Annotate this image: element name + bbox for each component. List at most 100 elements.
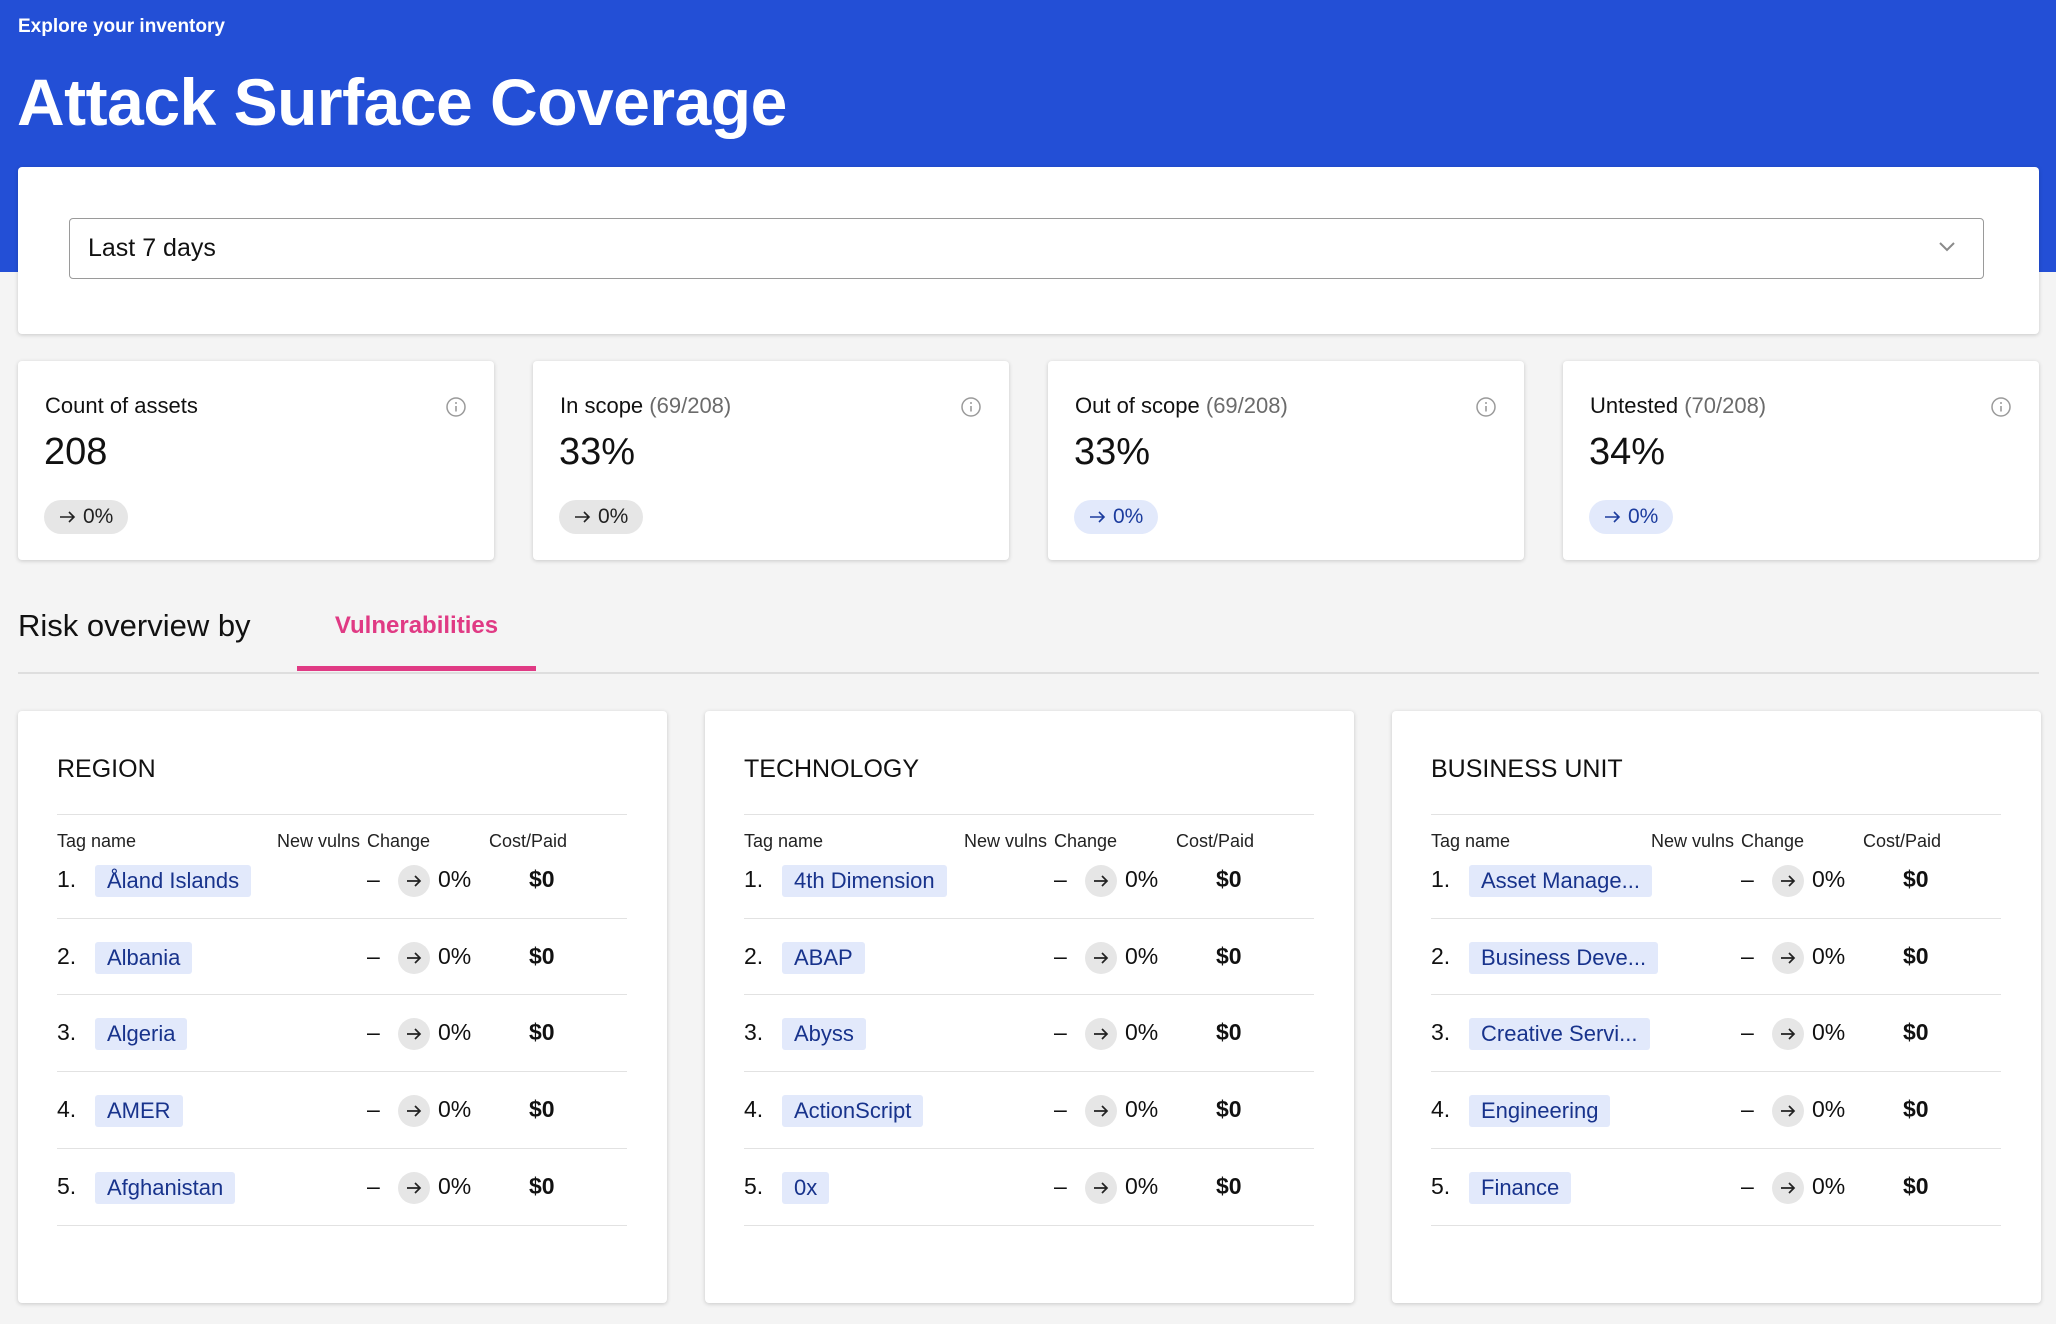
arrow-right-icon	[1090, 511, 1106, 523]
table-row[interactable]: 5. 0x – 0% $0	[705, 1148, 1354, 1224]
arrow-right-icon	[1772, 1171, 1804, 1204]
date-range-value: Last 7 days	[88, 234, 216, 262]
table-row[interactable]: 3. Algeria – 0% $0	[18, 994, 667, 1070]
table-row[interactable]: 5. Afghanistan – 0% $0	[18, 1148, 667, 1224]
arrow-right-icon	[1772, 941, 1804, 974]
risk-panel-region: REGION Tag name New vulns Change Cost/Paid 1.…	[18, 711, 667, 1303]
row-rank: 2.	[1431, 942, 1451, 969]
divider	[744, 814, 1314, 815]
table-row[interactable]: 4. Engineering – 0% $0	[1392, 1071, 2041, 1147]
row-rank: 5.	[1431, 1172, 1451, 1199]
table-row[interactable]: 2. Business Deve... – 0% $0	[1392, 918, 2041, 994]
cost-paid-value: $0	[529, 1019, 555, 1046]
new-vulns-value: –	[1741, 1019, 1754, 1046]
table-row[interactable]: 1. 4th Dimension – 0% $0	[705, 841, 1354, 917]
change-value: 0%	[438, 1172, 472, 1199]
row-rank: 4.	[57, 1096, 77, 1123]
info-icon[interactable]	[1990, 396, 2012, 418]
change-value: 0%	[1812, 1172, 1846, 1199]
table-row[interactable]: 5. Finance – 0% $0	[1392, 1148, 2041, 1224]
risk-panel-business-unit: BUSINESS UNIT Tag name New vulns Change Cost…	[1392, 711, 2041, 1303]
tag-chip[interactable]: ActionScript	[782, 1095, 924, 1128]
new-vulns-value: –	[1741, 1096, 1754, 1123]
stat-label: Untested (70/208)	[1590, 393, 1767, 418]
arrow-right-icon	[1772, 865, 1804, 897]
cost-paid-value: $0	[1903, 1019, 1929, 1046]
new-vulns-value: –	[1054, 1019, 1067, 1046]
change-value: 0%	[1125, 1096, 1159, 1123]
stat-delta-badge: 0%	[1074, 500, 1159, 534]
change-value: 0%	[1812, 1019, 1846, 1046]
new-vulns-value: –	[1054, 942, 1067, 969]
table-row[interactable]: 3. Abyss – 0% $0	[705, 994, 1354, 1070]
arrow-right-icon	[1085, 865, 1117, 897]
cost-paid-value: $0	[1216, 1096, 1242, 1123]
tag-chip[interactable]: Business Deve...	[1469, 941, 1659, 974]
tag-chip[interactable]: Albania	[95, 941, 193, 974]
new-vulns-value: –	[367, 1096, 380, 1123]
cost-paid-value: $0	[529, 942, 555, 969]
new-vulns-value: –	[367, 866, 380, 892]
table-row[interactable]: 1. Asset Manage... – 0% $0	[1392, 841, 2041, 917]
change-value: 0%	[438, 942, 472, 969]
stat-value: 33%	[559, 431, 636, 473]
divider	[1431, 814, 2001, 815]
stat-card-untested: Untested (70/208) 34% 0%	[1563, 361, 2039, 560]
row-rank: 3.	[744, 1019, 764, 1046]
change-value: 0%	[1125, 866, 1159, 892]
page-subtitle: Explore your inventory	[18, 16, 225, 37]
stat-card-in-scope: In scope (69/208) 33% 0%	[533, 361, 1009, 560]
info-icon[interactable]	[445, 396, 467, 418]
table-row[interactable]: 1. Åland Islands – 0% $0	[18, 841, 667, 917]
tag-chip[interactable]: 4th Dimension	[782, 865, 947, 897]
tag-chip[interactable]: Creative Servi...	[1469, 1018, 1650, 1051]
stat-delta-badge: 0%	[559, 500, 644, 534]
arrow-right-icon	[1085, 1018, 1117, 1051]
tag-chip[interactable]: 0x	[782, 1171, 830, 1204]
info-icon[interactable]	[1475, 396, 1497, 418]
arrow-right-icon	[1085, 1095, 1117, 1128]
change-value: 0%	[438, 1019, 472, 1046]
row-rank: 2.	[57, 942, 77, 969]
change-value: 0%	[1812, 1096, 1846, 1123]
tag-chip[interactable]: AMER	[95, 1095, 183, 1128]
row-divider	[744, 1224, 1314, 1226]
stat-label: Out of scope (69/208)	[1075, 393, 1288, 418]
table-row[interactable]: 4. AMER – 0% $0	[18, 1071, 667, 1147]
arrow-right-icon	[1085, 941, 1117, 974]
risk-panel-technology: TECHNOLOGY Tag name New vulns Change Cost/Pa…	[705, 711, 1354, 1303]
arrow-right-icon	[1772, 1095, 1804, 1128]
tag-chip[interactable]: Abyss	[782, 1018, 866, 1051]
cost-paid-value: $0	[1216, 942, 1242, 969]
arrow-right-icon	[398, 1095, 430, 1128]
tag-chip[interactable]: Engineering	[1469, 1095, 1611, 1128]
tag-chip[interactable]: Finance	[1469, 1171, 1572, 1204]
tag-chip[interactable]: ABAP	[782, 941, 865, 974]
arrow-right-icon	[398, 1018, 430, 1051]
info-icon[interactable]	[960, 396, 982, 418]
table-row[interactable]: 3. Creative Servi... – 0% $0	[1392, 994, 2041, 1070]
tag-chip[interactable]: Algeria	[95, 1018, 188, 1051]
change-value: 0%	[438, 1096, 472, 1123]
tag-chip[interactable]: Asset Manage...	[1469, 865, 1652, 897]
cost-paid-value: $0	[1216, 1172, 1242, 1199]
tag-chip[interactable]: Åland Islands	[95, 865, 252, 897]
new-vulns-value: –	[1054, 866, 1067, 892]
date-range-select[interactable]: Last 7 days	[69, 218, 1984, 279]
new-vulns-value: –	[1741, 866, 1754, 892]
tag-chip[interactable]: Afghanistan	[95, 1171, 236, 1204]
tab-vulnerabilities[interactable]: Vulnerabilities	[297, 600, 536, 671]
row-rank: 3.	[57, 1019, 77, 1046]
row-divider	[1431, 1224, 2001, 1226]
arrow-right-icon	[1772, 1018, 1804, 1051]
arrow-right-icon	[398, 941, 430, 974]
table-row[interactable]: 2. ABAP – 0% $0	[705, 918, 1354, 994]
cost-paid-value: $0	[529, 1096, 555, 1123]
new-vulns-value: –	[367, 1019, 380, 1046]
table-row[interactable]: 4. ActionScript – 0% $0	[705, 1071, 1354, 1147]
stats-row: Count of assets 208 0% In scope (69/208)…	[18, 361, 2039, 561]
table-row[interactable]: 2. Albania – 0% $0	[18, 918, 667, 994]
cost-paid-value: $0	[1216, 866, 1242, 892]
arrow-right-icon	[575, 511, 591, 523]
stat-value: 34%	[1589, 431, 1666, 473]
